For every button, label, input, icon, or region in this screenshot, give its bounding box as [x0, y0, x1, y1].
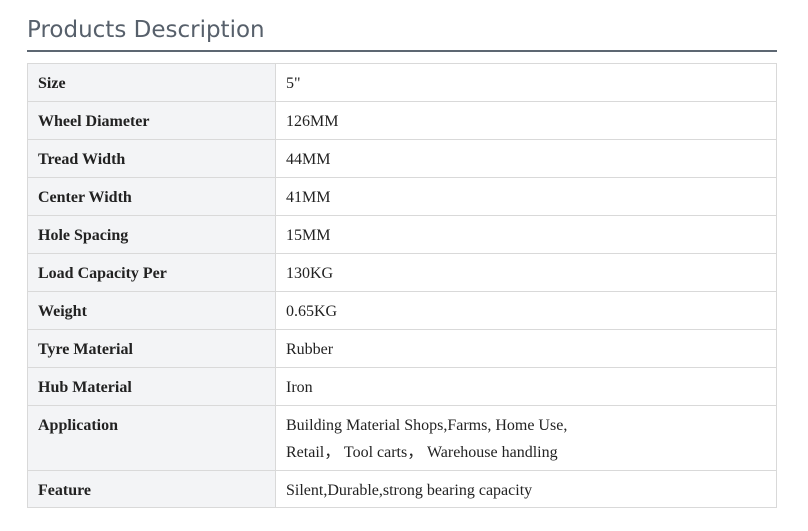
spec-value: 5" [275, 63, 777, 102]
spec-value: Silent,Durable,strong bearing capacity [275, 470, 777, 508]
spec-label: Hub Material [27, 367, 276, 406]
spec-label: Tyre Material [27, 329, 276, 368]
table-row: Center Width 41MM [27, 177, 777, 216]
spec-label: Center Width [27, 177, 276, 216]
spec-label: Hole Spacing [27, 215, 276, 254]
spec-label: Weight [27, 291, 276, 330]
spec-value: 15MM [275, 215, 777, 254]
spec-value: 126MM [275, 101, 777, 140]
table-row: Wheel Diameter 126MM [27, 101, 777, 140]
spec-label: Size [27, 63, 276, 102]
spec-value: 0.65KG [275, 291, 777, 330]
spec-label: Load Capacity Per [27, 253, 276, 292]
spec-label: Wheel Diameter [27, 101, 276, 140]
table-row: Hub Material Iron [27, 367, 777, 406]
spec-value: 44MM [275, 139, 777, 178]
spec-value: Building Material Shops,Farms, Home Use,… [275, 405, 777, 471]
spec-value-line: Building Material Shops,Farms, Home Use, [286, 417, 568, 434]
spec-value-line: Retail， Tool carts， Warehouse handling [286, 444, 558, 461]
spec-table: Size 5" Wheel Diameter 126MM Tread Width… [27, 63, 777, 508]
table-row: Tyre Material Rubber [27, 329, 777, 368]
spec-value: 130KG [275, 253, 777, 292]
spec-value: Iron [275, 367, 777, 406]
spec-value: 41MM [275, 177, 777, 216]
products-description-section: Products Description Size 5" Wheel Diame… [27, 0, 777, 508]
spec-label: Application [27, 405, 276, 471]
table-row: Feature Silent,Durable,strong bearing ca… [27, 470, 777, 508]
spec-label: Tread Width [27, 139, 276, 178]
spec-label: Feature [27, 470, 276, 508]
table-row: Size 5" [27, 63, 777, 102]
table-row: Application Building Material Shops,Farm… [27, 405, 777, 471]
spec-value: Rubber [275, 329, 777, 368]
table-row: Tread Width 44MM [27, 139, 777, 178]
section-title: Products Description [27, 0, 777, 52]
table-row: Load Capacity Per 130KG [27, 253, 777, 292]
table-row: Hole Spacing 15MM [27, 215, 777, 254]
table-row: Weight 0.65KG [27, 291, 777, 330]
